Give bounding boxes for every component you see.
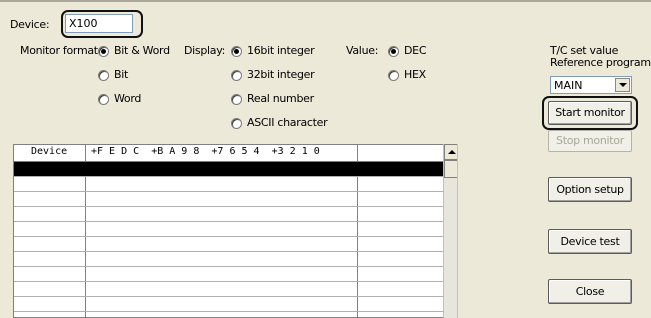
radio-bit-word[interactable]: [98, 46, 109, 57]
vertical-scrollbar[interactable]: [443, 144, 458, 318]
radio-hex-label[interactable]: HEX: [404, 68, 426, 81]
start-monitor-highlight: [542, 96, 638, 130]
table-row[interactable]: [14, 192, 444, 207]
radio-32bit-integer[interactable]: [231, 70, 242, 81]
option-setup-button[interactable]: Option setup: [548, 177, 632, 202]
display-label: Display:: [184, 44, 226, 57]
table-row[interactable]: [14, 237, 444, 252]
reference-program-label: Reference program: [550, 56, 651, 69]
reference-program-value: MAIN: [554, 79, 583, 92]
radio-32bit-integer-label[interactable]: 32bit integer: [247, 68, 315, 81]
radio-bit-word-label[interactable]: Bit & Word: [114, 44, 170, 57]
table-row[interactable]: [14, 222, 444, 237]
stop-monitor-button[interactable]: Stop monitor: [548, 130, 632, 152]
table-row[interactable]: [14, 297, 444, 312]
monitor-format-label: Monitor format:: [20, 44, 102, 57]
radio-real-number[interactable]: [231, 94, 242, 105]
table-row[interactable]: [14, 177, 444, 192]
table-row[interactable]: [14, 207, 444, 222]
radio-bit[interactable]: [98, 70, 109, 81]
radio-real-number-label[interactable]: Real number: [247, 92, 314, 105]
device-monitor-grid[interactable]: Device +F E D C +B A 9 8 +7 6 5 4 +3 2 1…: [13, 144, 457, 318]
top-border: [0, 0, 651, 2]
device-test-button[interactable]: Device test: [548, 229, 632, 254]
scroll-up-icon[interactable]: [444, 144, 458, 160]
radio-word-label[interactable]: Word: [114, 92, 141, 105]
radio-ascii-character[interactable]: [231, 118, 242, 129]
close-button[interactable]: Close: [548, 279, 632, 304]
value-label: Value:: [346, 44, 379, 57]
radio-dec-label[interactable]: DEC: [404, 44, 427, 57]
table-row[interactable]: [14, 282, 444, 297]
radio-16bit-integer-label[interactable]: 16bit integer: [247, 44, 315, 57]
grid-right-edge: [457, 144, 458, 318]
radio-word[interactable]: [98, 94, 109, 105]
radio-16bit-integer[interactable]: [231, 46, 242, 57]
radio-dec[interactable]: [388, 46, 399, 57]
table-row[interactable]: [14, 252, 444, 267]
radio-ascii-character-label[interactable]: ASCII character: [247, 116, 328, 129]
table-row[interactable]: [14, 162, 444, 177]
column-header-device: Device: [31, 146, 68, 157]
scroll-thumb[interactable]: [444, 160, 458, 178]
column-header-bits: +F E D C +B A 9 8 +7 6 5 4 +3 2 1 0: [91, 146, 320, 157]
radio-hex[interactable]: [388, 70, 399, 81]
chevron-down-icon[interactable]: [615, 78, 630, 92]
radio-bit-label[interactable]: Bit: [114, 68, 128, 81]
reference-program-select[interactable]: MAIN: [550, 76, 632, 94]
device-batch-monitor-dialog: Device: X100 Monitor format: Bit & Word …: [0, 0, 651, 318]
table-row[interactable]: [14, 267, 444, 282]
device-label: Device:: [10, 18, 50, 31]
device-input-highlight: [61, 10, 143, 38]
